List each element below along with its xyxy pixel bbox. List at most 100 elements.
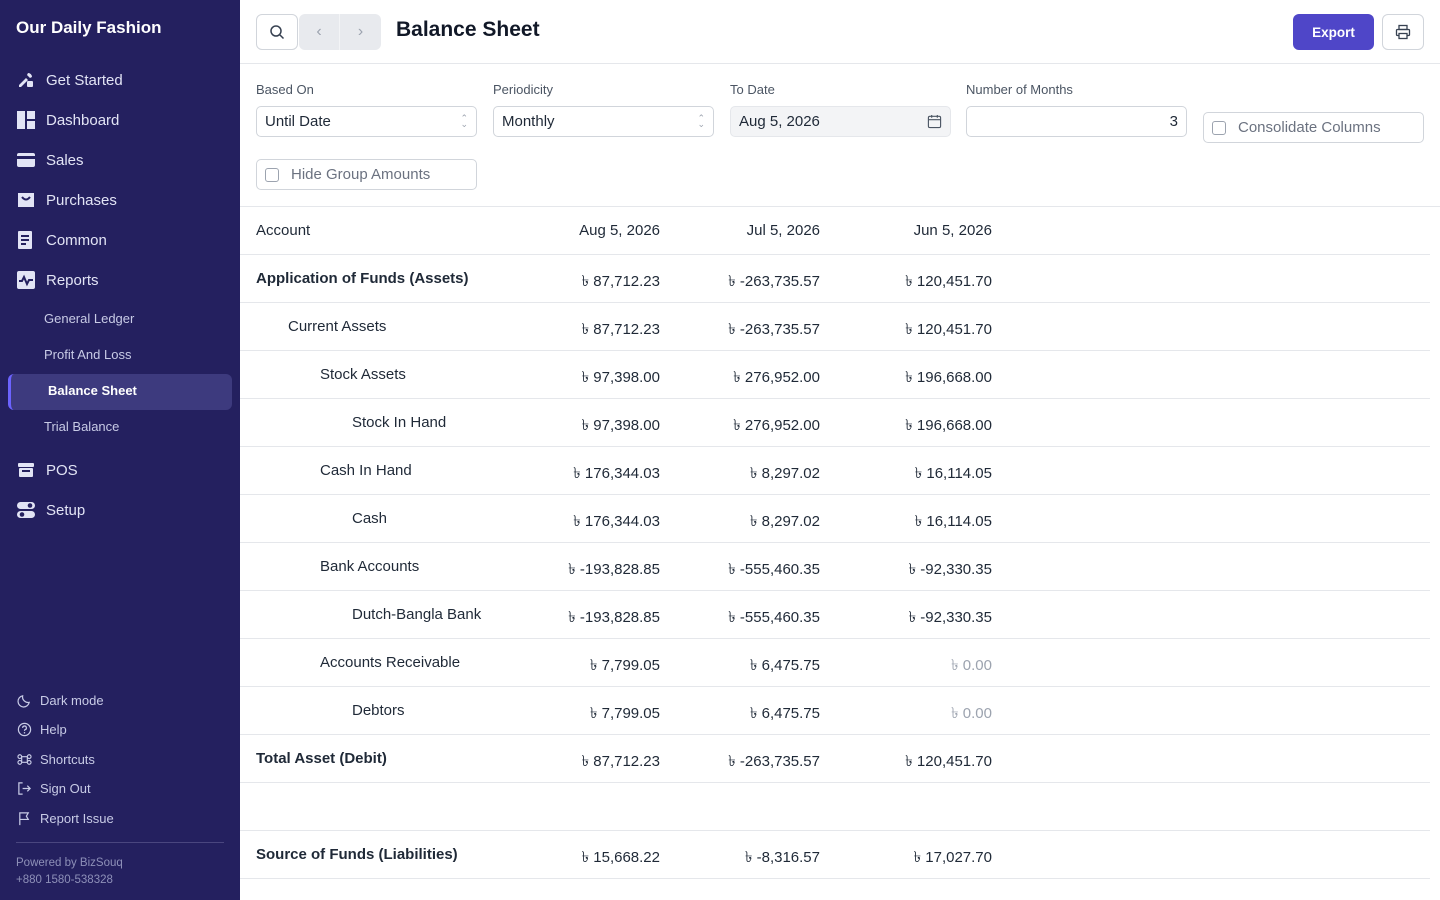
table-row[interactable]: Stock Assets ৳ 97,398.00 ৳ 276,952.00 ৳ 196… [240, 351, 1430, 399]
table-row[interactable]: Cash ৳ 176,344.03 ৳ 8,297.02 ৳ 16,114.05 [240, 495, 1430, 543]
account-name: Bank Accounts [320, 558, 420, 575]
account-name: Accounts Receivable [320, 654, 461, 671]
sub-profit-and-loss[interactable]: Profit And Loss [44, 345, 131, 365]
flag-icon [16, 810, 32, 826]
page-title: Balance Sheet [396, 18, 540, 41]
account-name: Application of Funds (Assets) [256, 270, 469, 287]
table-row[interactable]: Dutch-Bangla Bank ৳ -193,828.85 ৳ -555,460… [240, 591, 1430, 639]
periodicity-value: Monthly [502, 113, 555, 130]
amount-cell: ৳ 87,712.23 [581, 753, 660, 770]
table-row[interactable]: Current Assets ৳ 87,712.23 ৳ -263,735.57 ৳ … [240, 303, 1430, 351]
table-row[interactable]: Total Asset (Debit) ৳ 87,712.23 ৳ -263,735… [240, 735, 1430, 783]
column-header-account: Account [256, 222, 311, 239]
footer-label: Report Issue [40, 810, 114, 826]
amount-cell: ৳ 176,344.03 [573, 513, 660, 530]
amount-cell: ৳ 196,668.00 [905, 369, 992, 386]
periodicity-select[interactable]: Monthly ⌃ ⌄ [493, 106, 714, 137]
months-input[interactable]: 3 [966, 106, 1187, 137]
to-date-input[interactable]: Aug 5, 2026 [730, 106, 951, 137]
nav-common[interactable]: Common [16, 226, 107, 254]
amount-cell: ৳ 7,799.05 [589, 705, 660, 722]
amount-cell: ৳ 0.00 [951, 705, 992, 722]
setup-icon [16, 500, 36, 520]
printer-icon [1395, 24, 1411, 40]
account-name: Source of Funds (Liabilities) [256, 846, 458, 863]
column-header-date: Jun 5, 2026 [913, 222, 992, 239]
search-icon [270, 25, 285, 40]
nav-pos[interactable]: POS [16, 456, 78, 484]
sub-balance-sheet-label: Balance Sheet [48, 383, 137, 398]
moon-icon [16, 692, 32, 708]
amount-cell: ৳ 7,799.05 [589, 657, 660, 674]
amount-cell: ৳ -92,330.35 [908, 561, 992, 578]
nav-label: POS [46, 461, 78, 479]
pos-icon [16, 460, 36, 480]
amount-cell: ৳ 176,344.03 [573, 465, 660, 482]
amount-cell: ৳ -92,330.35 [908, 609, 992, 626]
based-on-select[interactable]: Until Date ⌃ ⌄ [256, 106, 477, 137]
report-issue-link[interactable]: Report Issue [16, 808, 114, 828]
sub-trial-balance[interactable]: Trial Balance [44, 417, 119, 437]
sub-general-ledger[interactable]: General Ledger [44, 309, 134, 329]
to-date-value: Aug 5, 2026 [739, 113, 820, 130]
forward-button[interactable]: › [340, 14, 381, 50]
amount-cell: ৳ 6,475.75 [749, 657, 820, 674]
print-button[interactable] [1382, 14, 1424, 50]
column-header-date: Aug 5, 2026 [579, 222, 660, 239]
sub-balance-sheet[interactable]: Balance Sheet [8, 374, 232, 410]
table-row[interactable]: Bank Accounts ৳ -193,828.85 ৳ -555,460.35 ৳… [240, 543, 1430, 591]
shortcuts-link[interactable]: Shortcuts [16, 749, 95, 769]
nav-get-started[interactable]: Get Started [16, 66, 123, 94]
sign-out-icon [16, 780, 32, 796]
table-row[interactable]: Cash In Hand ৳ 176,344.03 ৳ 8,297.02 ৳ 16,1… [240, 447, 1430, 495]
amount-cell: ৳ -193,828.85 [568, 609, 660, 626]
report-filters: Based On Until Date ⌃ ⌄ Periodicity Month… [240, 64, 1440, 207]
table-row[interactable]: Application of Funds (Assets) ৳ 87,712.23… [240, 255, 1430, 303]
nav-reports[interactable]: Reports [16, 266, 99, 294]
sign-out-link[interactable]: Sign Out [16, 778, 91, 798]
nav-setup[interactable]: Setup [16, 496, 85, 524]
chevron-left-icon: ‹ [316, 23, 322, 40]
nav-label: Dashboard [46, 111, 120, 129]
chevron-right-icon: › [357, 23, 364, 40]
dark-mode-toggle[interactable]: Dark mode [16, 690, 104, 710]
tools-icon [16, 70, 36, 90]
checkbox-icon [265, 167, 279, 182]
amount-cell: ৳ -8,316.57 [744, 849, 820, 866]
account-name: Cash In Hand [320, 462, 412, 479]
search-button[interactable] [256, 14, 298, 50]
table-row[interactable]: Source of Funds (Liabilities) ৳ 15,668.22… [240, 831, 1430, 879]
hide-group-amounts-checkbox[interactable]: Hide Group Amounts [256, 159, 477, 190]
nav-dashboard[interactable]: Dashboard [16, 106, 119, 134]
common-icon [16, 230, 36, 250]
amount-cell: ৳ 120,451.70 [905, 321, 992, 338]
based-on-value: Until Date [265, 113, 331, 130]
sidebar: Our Daily Fashion Get Started Dashboard … [0, 0, 240, 900]
footer-label: Dark mode [40, 692, 104, 708]
amount-cell: ৳ 16,114.05 [914, 513, 992, 530]
table-row[interactable]: Accounts Receivable ৳ 7,799.05 ৳ 6,475.75 ৳… [240, 639, 1430, 687]
help-link[interactable]: Help [16, 719, 67, 739]
nav-purchases[interactable]: Purchases [16, 186, 117, 214]
back-button[interactable]: ‹ [299, 14, 340, 50]
months-label: Number of Months [966, 82, 1073, 97]
amount-cell: ৳ 276,952.00 [733, 417, 820, 434]
nav-sales[interactable]: Sales [16, 146, 84, 174]
table-row[interactable] [240, 783, 1430, 831]
column-header-date: Jul 5, 2026 [746, 222, 820, 239]
amount-cell: ৳ 6,475.75 [749, 705, 820, 722]
months-value: 3 [1169, 113, 1178, 130]
amount-cell: ৳ -263,735.57 [728, 321, 820, 338]
nav-label: Reports [46, 271, 99, 289]
table-row[interactable]: Debtors ৳ 7,799.05 ৳ 6,475.75 ৳ 0.00 [240, 687, 1430, 735]
support-phone: +880 1580-538328 [16, 874, 113, 886]
account-name: Debtors [352, 702, 405, 719]
consolidate-columns-checkbox[interactable]: Consolidate Columns [1203, 112, 1424, 143]
top-bar: ‹ › Balance Sheet Export [240, 0, 1440, 64]
nav-label: Sales [46, 151, 84, 169]
help-icon [16, 721, 32, 737]
table-row[interactable]: Stock In Hand ৳ 97,398.00 ৳ 276,952.00 ৳ 19… [240, 399, 1430, 447]
powered-by-text: Powered by BizSouq [16, 857, 123, 869]
export-button[interactable]: Export [1293, 14, 1374, 50]
nav-label: Setup [46, 501, 86, 519]
